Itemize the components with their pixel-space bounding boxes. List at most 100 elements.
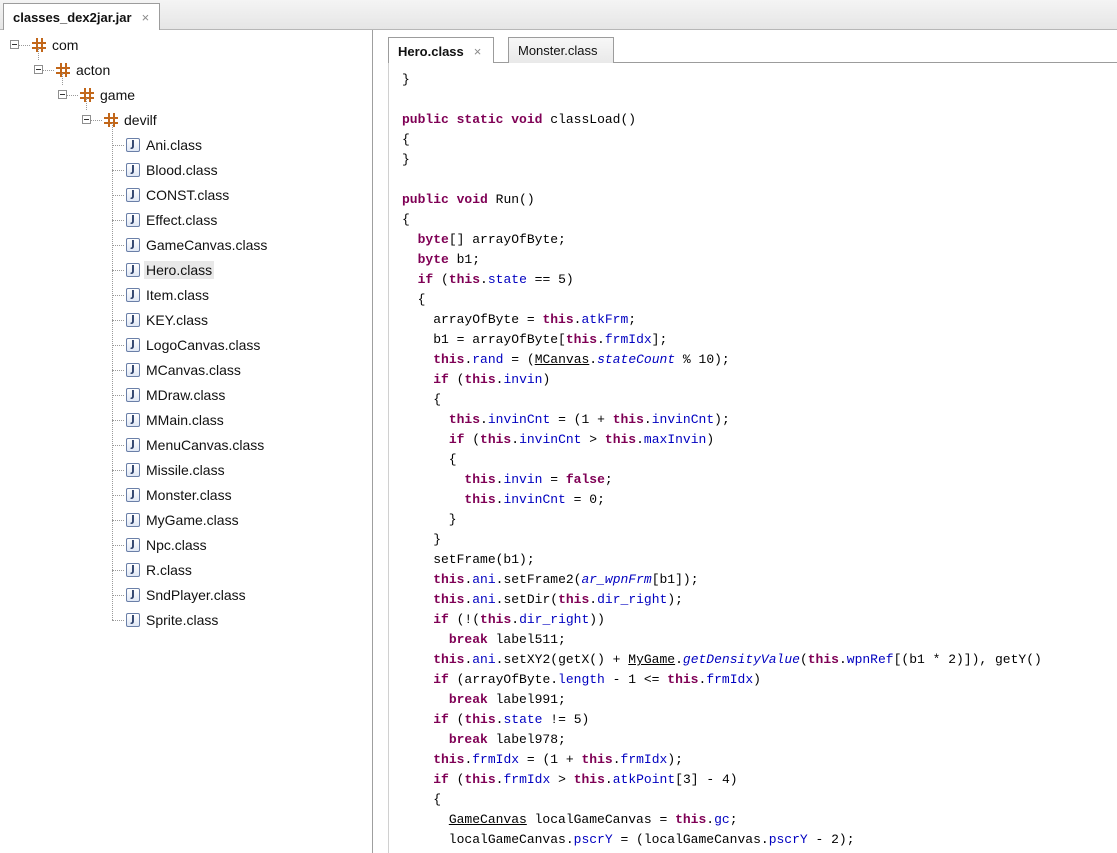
tree-connector (19, 45, 30, 46)
collapse-icon[interactable] (34, 65, 43, 74)
code-line: if (this.invinCnt > this.maxInvin) (448, 432, 715, 447)
tree-item-label: MMain.class (146, 412, 224, 428)
tree-class-blood[interactable]: J Blood.class (126, 160, 218, 180)
code-line: localGameCanvas.pscrY = (localGameCanvas… (402, 832, 855, 847)
tree-connector (112, 620, 124, 621)
code-line: if (this.invin) (433, 372, 551, 387)
tree-item-label: Npc.class (146, 537, 207, 553)
tree-class-gamecanvas[interactable]: J GameCanvas.class (126, 235, 267, 255)
tree-item-label: GameCanvas.class (146, 237, 268, 253)
tree-item-label: Missile.class (146, 462, 225, 478)
java-class-icon: J (126, 438, 140, 452)
java-class-icon: J (126, 288, 140, 302)
code-line: } (402, 512, 457, 527)
tree-class-effect[interactable]: J Effect.class (126, 210, 217, 230)
close-icon[interactable]: × (142, 10, 150, 25)
tree-connector (112, 295, 124, 296)
tree-class-npc[interactable]: J Npc.class (126, 535, 207, 555)
file-tab-classes-dex2jar[interactable]: classes_dex2jar.jar × (3, 3, 161, 30)
code-line: this.frmIdx = (1 + this.frmIdx); (433, 752, 683, 767)
tree-class-missile[interactable]: J Missile.class (126, 460, 225, 480)
tree-item-label: Monster.class (146, 487, 232, 503)
code-line: setFrame(b1); (402, 552, 535, 567)
code-line: { (402, 292, 426, 307)
code-line: if (this.frmIdx > this.atkPoint[3] - 4) (433, 772, 738, 787)
tree-class-hero[interactable]: J Hero.class (126, 260, 215, 280)
tree-item-label: MCanvas.class (146, 362, 241, 378)
tab-label: Hero.class (398, 43, 464, 59)
code-editor[interactable]: } public static void classLoad() {} public … (388, 63, 1117, 853)
tab-monster-class[interactable]: Monster.class (508, 37, 615, 63)
code-line: break label511; (448, 632, 566, 647)
code-line: this.ani.setFrame2(ar_wpnFrm[b1]); (433, 572, 699, 587)
tree-item-label: Sprite.class (146, 612, 219, 628)
tree-item-label: SndPlayer.class (146, 587, 246, 603)
tree-class-item[interactable]: J Item.class (126, 285, 209, 305)
tree-item-label: Effect.class (146, 212, 218, 228)
tree-connector (38, 48, 39, 60)
package-tree[interactable]: com acton game devilf J Ani.class J Blood.class… (0, 30, 373, 853)
tree-class-sndplayer[interactable]: J SndPlayer.class (126, 585, 246, 605)
java-class-icon: J (126, 138, 140, 152)
java-class-icon: J (126, 188, 140, 202)
package-icon (32, 38, 46, 52)
java-class-icon: J (126, 588, 140, 602)
code-line: this.ani.setDir(this.dir_right); (433, 592, 683, 607)
package-icon (104, 113, 118, 127)
tree-class-mygame[interactable]: J MyGame.class (126, 510, 239, 530)
code-line: } (402, 72, 410, 87)
tree-package-acton[interactable]: acton (56, 60, 110, 80)
tree-class-sprite[interactable]: J Sprite.class (126, 610, 218, 630)
code-line: byte[] arrayOfByte; (417, 232, 566, 247)
collapse-icon[interactable] (10, 40, 19, 49)
code-line: if (this.state == 5) (417, 272, 574, 287)
file-tab-bar: classes_dex2jar.jar × (0, 0, 1117, 30)
code-line: this.invinCnt = (1 + this.invinCnt); (448, 412, 730, 427)
tab-hero-class[interactable]: Hero.class × (388, 37, 495, 64)
tree-connector (86, 98, 87, 110)
tree-connector (112, 595, 124, 596)
tree-item-label: KEY.class (146, 312, 208, 328)
tree-connector (112, 370, 124, 371)
collapse-icon[interactable] (82, 115, 91, 124)
code-line: break label978; (448, 732, 566, 747)
collapse-icon[interactable] (58, 90, 67, 99)
code-line: this.invin = false; (464, 472, 613, 487)
tree-connector (91, 120, 102, 121)
tree-item-label: MyGame.class (146, 512, 239, 528)
tree-class-key[interactable]: J KEY.class (126, 310, 208, 330)
tree-item-label: devilf (124, 112, 157, 128)
tree-class-ani[interactable]: J Ani.class (126, 135, 202, 155)
tree-connector (112, 445, 124, 446)
tree-package-game[interactable]: game (80, 85, 135, 105)
code-line: } (402, 532, 442, 547)
tree-connector (62, 73, 63, 85)
code-line: b1 = arrayOfByte[this.frmIdx]; (402, 332, 668, 347)
code-line: this.ani.setXY2(getX() + MyGame.getDensi… (433, 652, 1042, 667)
tree-item-label: Hero.class (144, 261, 215, 279)
java-class-icon: J (126, 388, 140, 402)
tree-class-monster[interactable]: J Monster.class (126, 485, 232, 505)
tree-item-label: LogoCanvas.class (146, 337, 261, 353)
tree-class-logocanvas[interactable]: J LogoCanvas.class (126, 335, 260, 355)
tree-connector (112, 195, 124, 196)
code-line: byte b1; (417, 252, 481, 267)
tree-class-mcanvas[interactable]: J MCanvas.class (126, 360, 241, 380)
tree-connector (43, 70, 54, 71)
tree-class-menucanvas[interactable]: J MenuCanvas.class (126, 435, 264, 455)
code-line: { (402, 212, 410, 227)
tree-class-mmain[interactable]: J MMain.class (126, 410, 224, 430)
tree-connector (112, 170, 124, 171)
code-line: if (this.state != 5) (433, 712, 590, 727)
close-icon[interactable]: × (474, 44, 482, 59)
tree-item-label: Item.class (146, 287, 210, 303)
tree-class-mdraw[interactable]: J MDraw.class (126, 385, 225, 405)
tree-connector (112, 420, 124, 421)
tree-class-r[interactable]: J R.class (126, 560, 192, 580)
java-class-icon: J (126, 513, 140, 527)
tree-class-const[interactable]: J CONST.class (126, 185, 229, 205)
tree-connector (112, 395, 124, 396)
java-class-icon: J (126, 538, 140, 552)
tree-connector (112, 545, 124, 546)
code-line: { (402, 392, 442, 407)
